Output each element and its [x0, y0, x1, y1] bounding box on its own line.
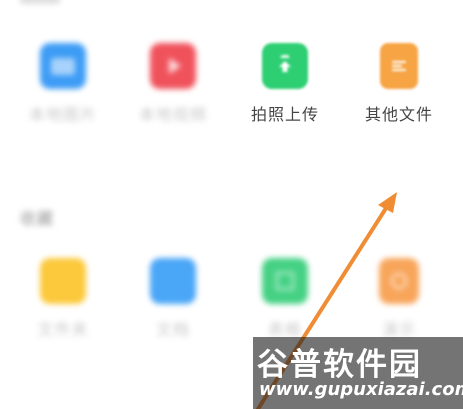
- watermark: 谷普软件园 www.gupuxiazai.com: [253, 337, 463, 409]
- watermark-brand: 谷普软件园: [257, 347, 422, 383]
- upload-options-panel: 本地图片 本地视频 拍照上传 其他文件 收藏 文件夹 文档 表格 演示 谷普软件…: [0, 0, 463, 409]
- watermark-url: www.gupuxiazai.com: [259, 379, 463, 400]
